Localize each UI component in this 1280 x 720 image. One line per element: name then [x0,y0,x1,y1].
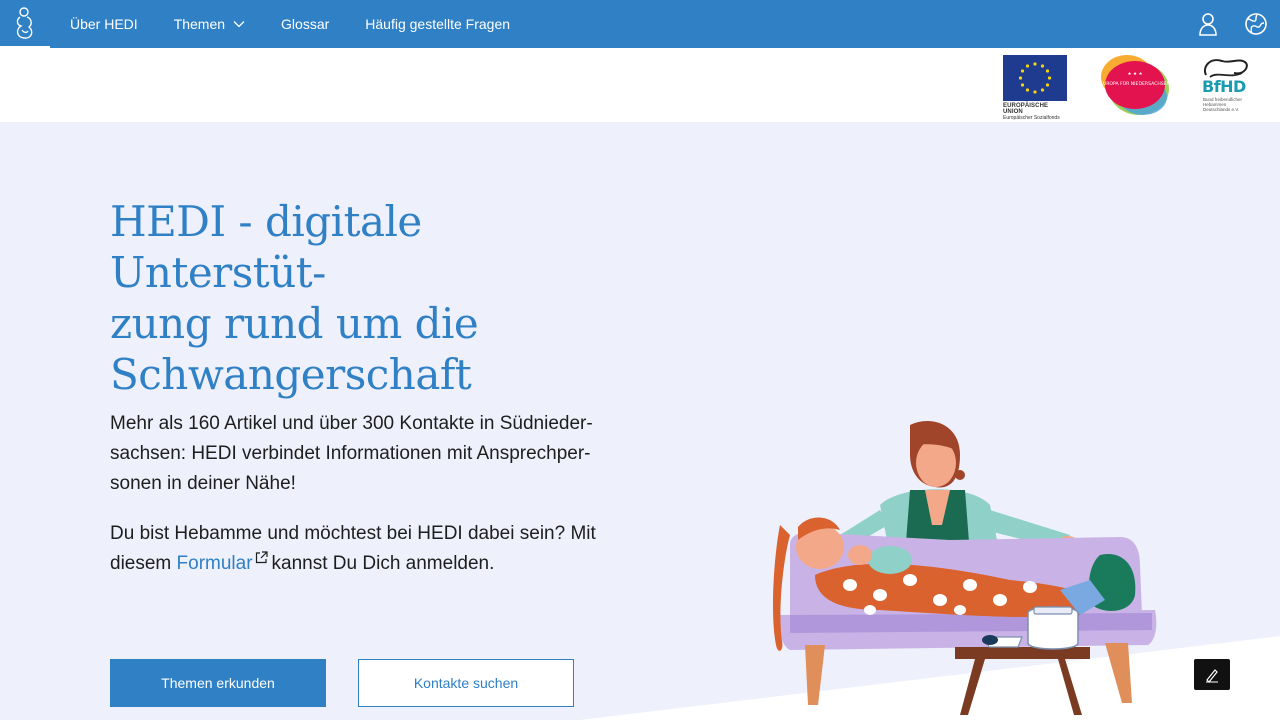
top-navigation: Über HEDI Themen Glossar Häufig gestellt… [0,0,1280,48]
hero-signup-text: Du bist Hebamme und möchtest bei HEDI da… [110,519,640,579]
language-button[interactable] [1232,0,1280,48]
main-nav: Über HEDI Themen Glossar Häufig gestellt… [70,16,546,32]
pencil-icon [1206,668,1218,683]
formular-link-label: Formular [176,553,253,574]
formular-link[interactable]: Formular [177,553,253,574]
user-icon [1199,13,1217,36]
hedi-logo[interactable] [0,0,50,48]
midwife-illustration [773,420,1157,715]
sponsor-strip: EUROPÄISCHE UNION Europäischer Sozialfon… [0,48,1280,122]
chevron-down-icon [233,21,245,28]
bfhd-title: BfHD [1202,77,1246,96]
search-contacts-button[interactable]: Kontakte suchen [358,659,574,707]
eu-flag-icon [1003,55,1067,101]
user-account-button[interactable] [1184,0,1232,48]
hero-intro-text: Mehr als 160 Artikel und über 300 Kontak… [110,413,593,494]
nav-item-glossar[interactable]: Glossar [281,16,329,32]
external-link-icon [255,551,268,564]
hero-title: HEDI - digitale Unterstüt- zung rund um … [110,197,479,399]
nds-logo-text: EUROPA FÜR NIEDERSACHSEN [1100,80,1170,87]
nav-item-themen-label: Themen [173,16,226,32]
globe-icon [1245,13,1267,35]
feedback-button[interactable] [1194,659,1230,690]
nav-item-themen[interactable]: Themen [174,16,245,32]
nav-item-ueber-hedi[interactable]: Über HEDI [70,16,138,32]
eu-logo: EUROPÄISCHE UNION Europäischer Sozialfon… [1003,55,1069,121]
eu-logo-line1: EUROPÄISCHE UNION [1003,103,1049,115]
bfhd-logo: BfHD Bund freiberuflicher Hebammen Deuts… [1200,55,1252,117]
nav-item-faq[interactable]: Häufig gestellte Fragen [365,16,510,32]
hedi-logo-icon [16,7,33,39]
svg-text:★ ★ ★: ★ ★ ★ [1128,71,1143,77]
bfhd-subtitle: Bund freiberuflicher Hebammen Deutschlan… [1203,97,1243,112]
explore-topics-button[interactable]: Themen erkunden [110,659,326,707]
eu-logo-line2: Europäischer Sozialfonds [1003,115,1060,121]
niedersachsen-logo: ★ ★ ★ EUROPA FÜR NIEDERSACHSEN [1099,53,1171,119]
signup-text-after: kannst Du Dich anmelden. [271,553,495,574]
